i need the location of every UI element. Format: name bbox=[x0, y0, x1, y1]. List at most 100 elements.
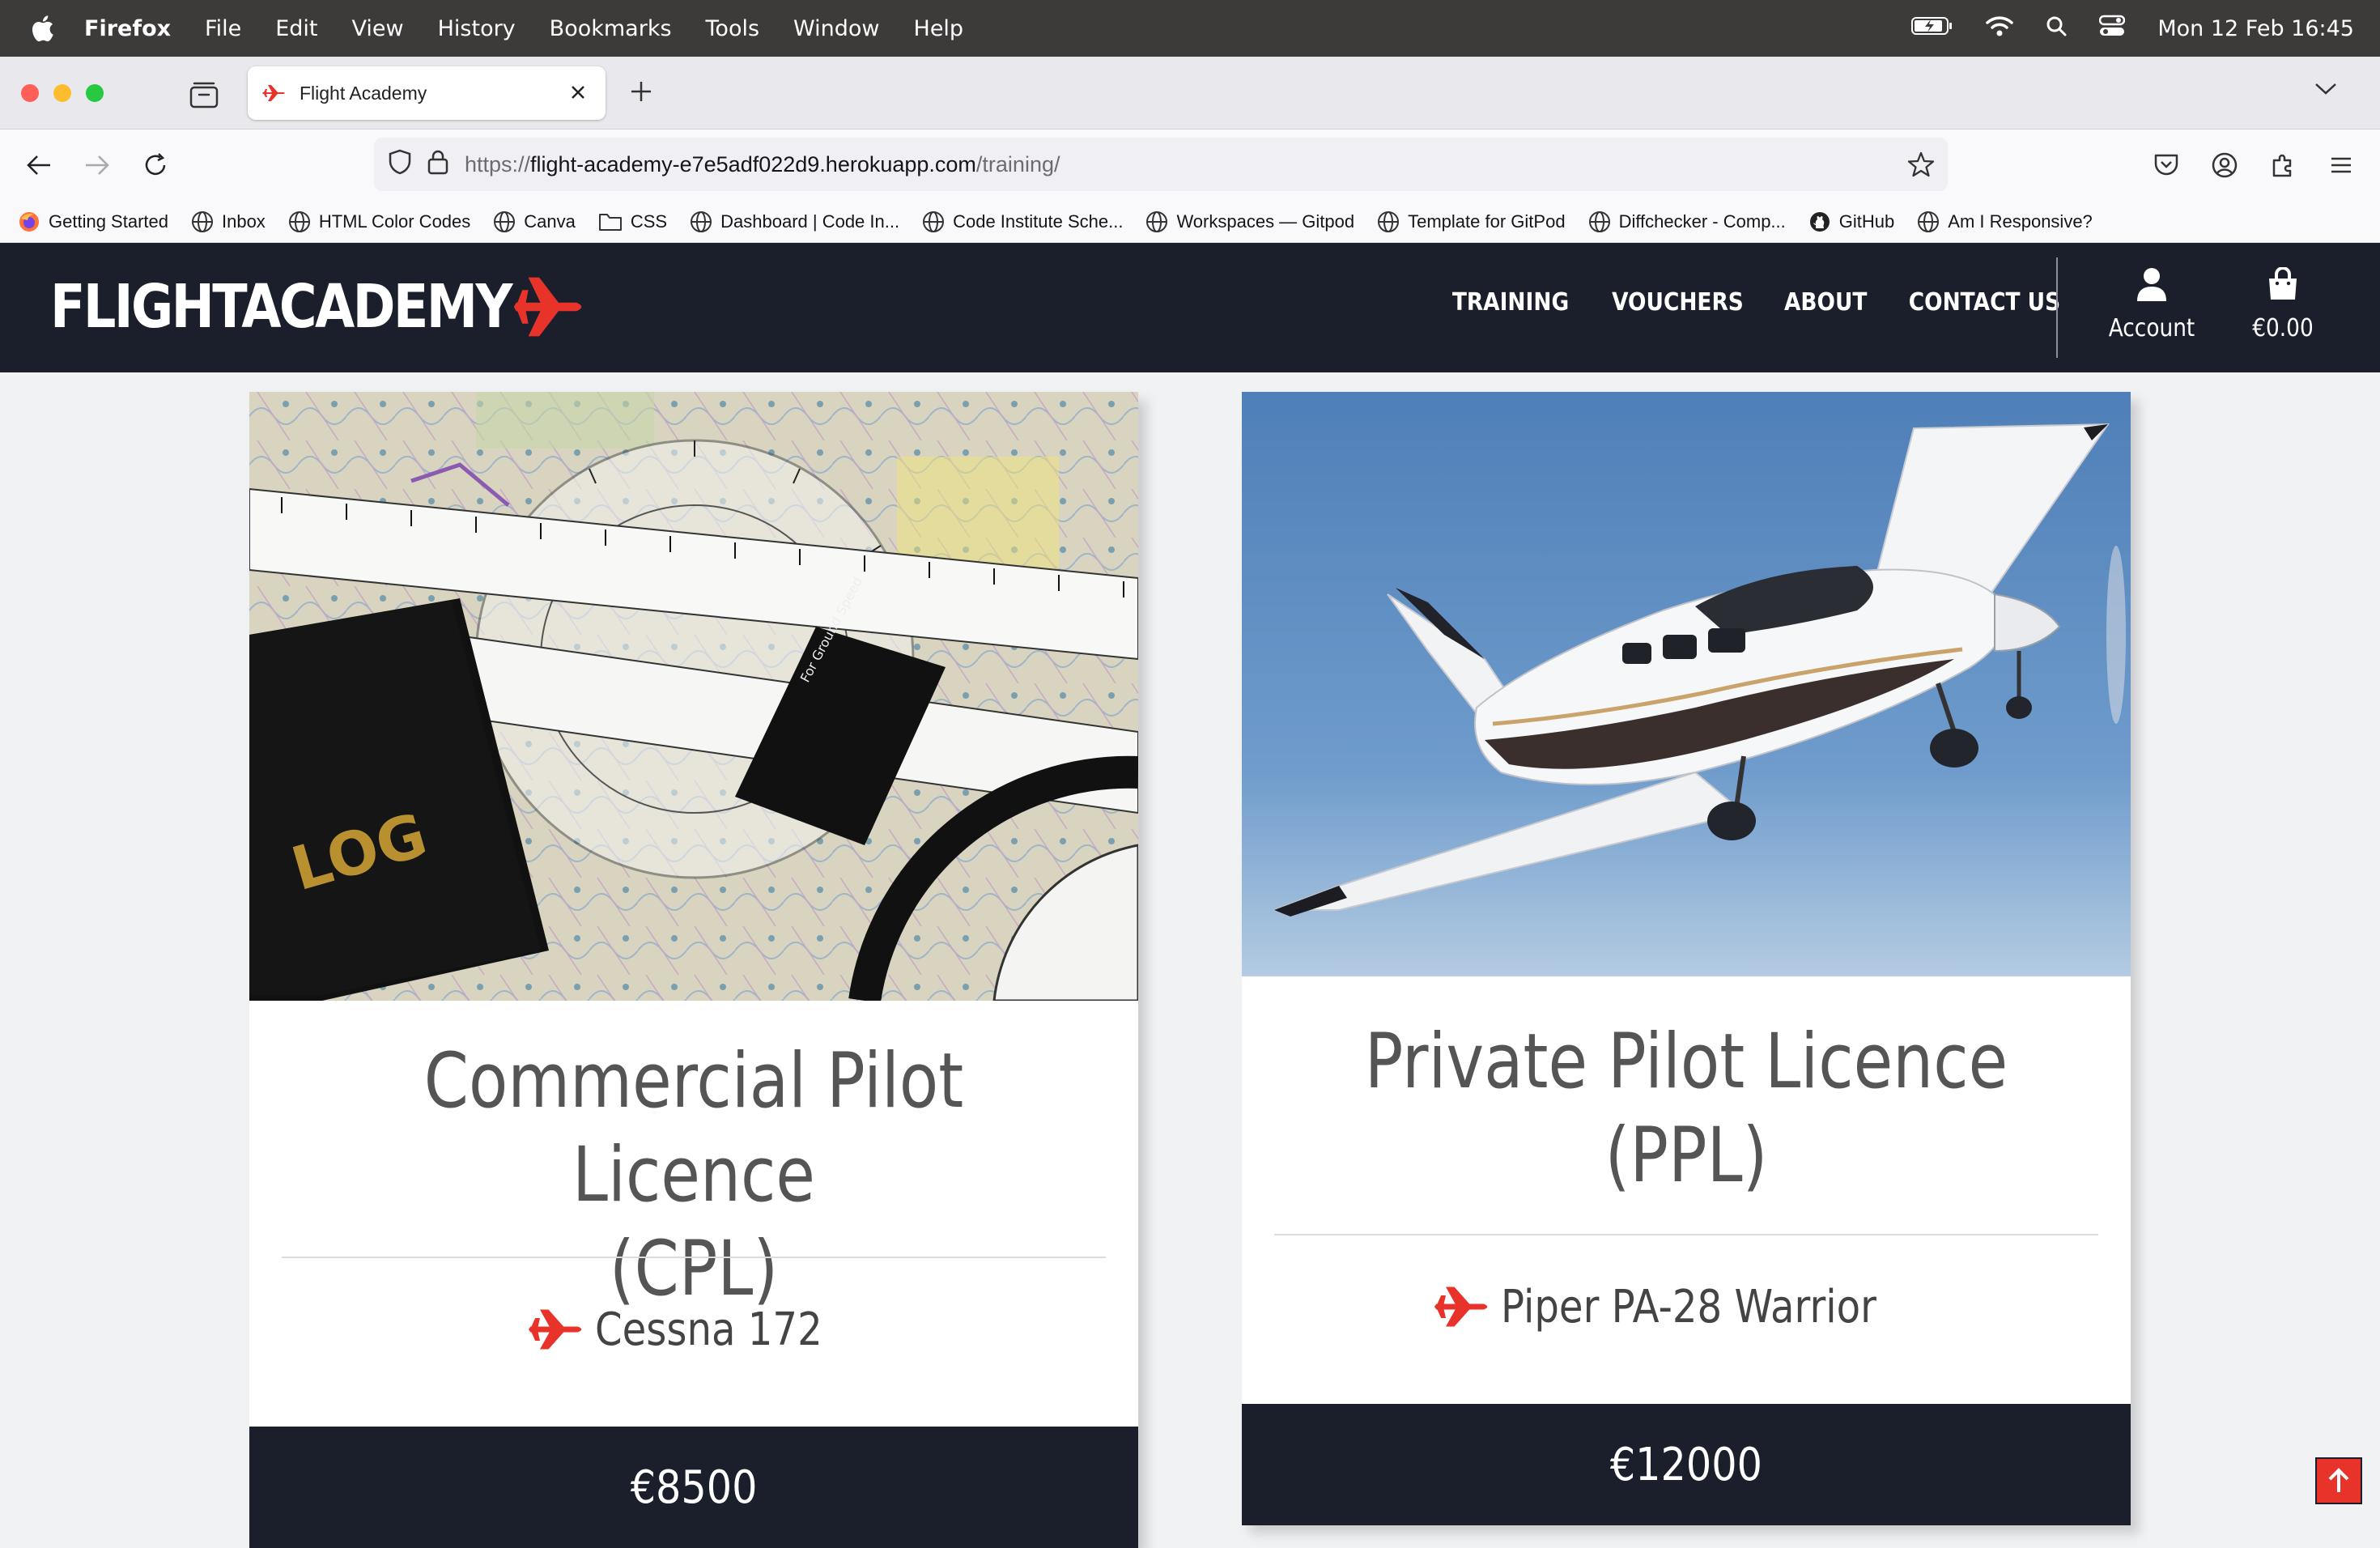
forward-arrow-icon[interactable] bbox=[79, 147, 115, 183]
globe-icon bbox=[1378, 211, 1400, 232]
nav-about[interactable]: ABOUT bbox=[1784, 288, 1867, 317]
training-card-cpl[interactable]: For Ground Speed LOG Commercial Pilot Li… bbox=[249, 392, 1138, 1548]
menu-file[interactable]: File bbox=[205, 16, 241, 41]
globe-icon bbox=[1588, 211, 1610, 232]
site-logo[interactable]: FLIGHTACADEMY bbox=[50, 272, 586, 342]
card-divider bbox=[282, 1257, 1106, 1258]
tab-close-icon[interactable] bbox=[565, 79, 591, 105]
window-minimize-button[interactable] bbox=[53, 84, 71, 102]
bookmarks-toolbar: Getting Started Inbox HTML Color Codes C… bbox=[0, 201, 2380, 243]
control-center-icon[interactable] bbox=[2099, 15, 2126, 43]
menu-view[interactable]: View bbox=[352, 16, 404, 41]
bookmark-label: GitHub bbox=[1838, 211, 1895, 232]
bookmark-label: Diffchecker - Comp... bbox=[1618, 211, 1786, 232]
card-divider bbox=[1274, 1234, 2098, 1235]
wifi-icon[interactable] bbox=[1986, 15, 2014, 42]
menu-app-name[interactable]: Firefox bbox=[84, 16, 171, 41]
bookmark-star-icon[interactable] bbox=[1907, 151, 1935, 184]
globe-icon bbox=[1918, 211, 1940, 232]
card-price: €8500 bbox=[630, 1461, 758, 1514]
airplane-logo-icon bbox=[513, 277, 581, 337]
bookmark-html-color-codes[interactable]: HTML Color Codes bbox=[288, 211, 470, 233]
menu-window[interactable]: Window bbox=[793, 16, 879, 41]
github-icon bbox=[1809, 211, 1830, 232]
apple-icon[interactable] bbox=[0, 15, 84, 42]
url-path: /training/ bbox=[975, 151, 1060, 176]
arrow-up-icon bbox=[2328, 1468, 2349, 1492]
aviation-chart-plotter-image[interactable]: For Ground Speed LOG bbox=[249, 392, 1138, 1001]
spotlight-search-icon[interactable] bbox=[2046, 15, 2067, 42]
card-aircraft-name: Piper PA-28 Warrior bbox=[1501, 1280, 1877, 1333]
bookmark-diffchecker[interactable]: Diffchecker - Comp... bbox=[1588, 211, 1786, 233]
airplane-icon bbox=[528, 1309, 582, 1350]
bookmark-label: Getting Started bbox=[49, 211, 168, 232]
bookmark-folder-css[interactable]: CSS bbox=[598, 211, 667, 232]
padlock-icon[interactable] bbox=[427, 149, 448, 181]
card-price: €12000 bbox=[1609, 1438, 1763, 1491]
extensions-puzzle-icon[interactable] bbox=[2265, 147, 2301, 183]
card-price-bar: €12000 bbox=[1242, 1404, 2131, 1525]
piper-aircraft-image[interactable] bbox=[1242, 392, 2131, 976]
nav-training[interactable]: TRAINING bbox=[1452, 288, 1569, 317]
bookmark-label: HTML Color Codes bbox=[318, 211, 471, 232]
url-bar[interactable]: https://flight-academy-e7e5adf022d9.hero… bbox=[374, 138, 1948, 191]
window-zoom-button[interactable] bbox=[86, 84, 104, 102]
menu-bookmarks[interactable]: Bookmarks bbox=[550, 16, 672, 41]
tab-flight-academy[interactable]: Flight Academy bbox=[248, 66, 606, 120]
bookmark-canva[interactable]: Canva bbox=[493, 211, 576, 233]
logo-text: FLIGHTACADEMY bbox=[50, 272, 513, 342]
hamburger-menu-icon[interactable] bbox=[2323, 147, 2359, 183]
back-to-top-button[interactable] bbox=[2315, 1457, 2362, 1504]
nav-contact-us[interactable]: CONTACT US bbox=[1909, 288, 2060, 317]
card-title-line2: (PPL) bbox=[1604, 1112, 1768, 1200]
url-host: flight-academy-e7e5adf022d9.herokuapp.co… bbox=[530, 151, 976, 176]
bookmark-label: Dashboard | Code In... bbox=[720, 211, 900, 232]
airplane-icon bbox=[1434, 1286, 1488, 1327]
window-close-button[interactable] bbox=[21, 84, 39, 102]
card-title-line1: Commercial Pilot Licence bbox=[423, 1037, 964, 1219]
menu-tools[interactable]: Tools bbox=[706, 16, 760, 41]
battery-icon[interactable] bbox=[1911, 16, 1953, 41]
bookmark-github[interactable]: GitHub bbox=[1808, 211, 1894, 233]
card-title: Commercial Pilot Licence (CPL) bbox=[321, 1035, 1067, 1316]
menu-edit[interactable]: Edit bbox=[275, 16, 317, 41]
tracking-protection-shield-icon[interactable] bbox=[389, 149, 411, 181]
pocket-icon[interactable] bbox=[2148, 147, 2184, 183]
bookmark-dashboard[interactable]: Dashboard | Code In... bbox=[690, 211, 899, 233]
card-title: Private Pilot Licence (PPL) bbox=[1313, 1015, 2059, 1203]
bookmark-workspaces-gitpod[interactable]: Workspaces — Gitpod bbox=[1145, 211, 1354, 233]
folder-icon bbox=[598, 213, 622, 231]
bookmark-am-i-responsive[interactable]: Am I Responsive? bbox=[1917, 211, 2093, 233]
bookmark-label: Workspaces — Gitpod bbox=[1176, 211, 1355, 232]
bookmark-label: CSS bbox=[630, 211, 668, 232]
menu-bar-clock[interactable]: Mon 12 Feb 16:45 bbox=[2157, 16, 2354, 41]
bookmark-getting-started[interactable]: Getting Started bbox=[18, 211, 168, 233]
browser-nav-bar: https://flight-academy-e7e5adf022d9.hero… bbox=[0, 130, 2380, 201]
firefox-account-icon[interactable] bbox=[2207, 147, 2242, 183]
url-text[interactable]: https://flight-academy-e7e5adf022d9.hero… bbox=[465, 152, 1060, 177]
airplane-favicon-icon bbox=[262, 85, 285, 101]
list-all-tabs-chevron-icon[interactable] bbox=[2314, 81, 2343, 105]
bookmark-inbox[interactable]: Inbox bbox=[191, 211, 266, 233]
reload-icon[interactable] bbox=[138, 147, 173, 183]
header-divider bbox=[2056, 257, 2058, 358]
tab-title: Flight Academy bbox=[300, 82, 427, 104]
bookmark-label: Canva bbox=[524, 211, 576, 232]
back-arrow-icon[interactable] bbox=[21, 147, 57, 183]
menu-help[interactable]: Help bbox=[914, 16, 964, 41]
globe-icon bbox=[288, 211, 310, 232]
menu-history[interactable]: History bbox=[438, 16, 516, 41]
shopping-bag-icon bbox=[2269, 266, 2297, 300]
training-card-ppl[interactable]: Private Pilot Licence (PPL) Piper PA-28 … bbox=[1242, 392, 2131, 1525]
bookmark-template-for-gitpod[interactable]: Template for GitPod bbox=[1377, 211, 1566, 233]
account-link[interactable]: Account bbox=[2102, 267, 2202, 342]
nav-vouchers[interactable]: VOUCHERS bbox=[1612, 288, 1744, 317]
globe-icon bbox=[191, 211, 213, 232]
bookmark-code-institute-schedule[interactable]: Code Institute Sche... bbox=[922, 211, 1123, 233]
globe-icon bbox=[923, 211, 945, 232]
firefox-icon bbox=[19, 211, 39, 232]
new-tab-plus-icon[interactable] bbox=[625, 76, 657, 108]
site-header: FLIGHTACADEMY TRAINING VOUCHERS ABOUT CO… bbox=[0, 243, 2380, 372]
basket-link[interactable]: €0.00 bbox=[2233, 266, 2333, 342]
firefox-view-icon[interactable] bbox=[188, 81, 220, 110]
